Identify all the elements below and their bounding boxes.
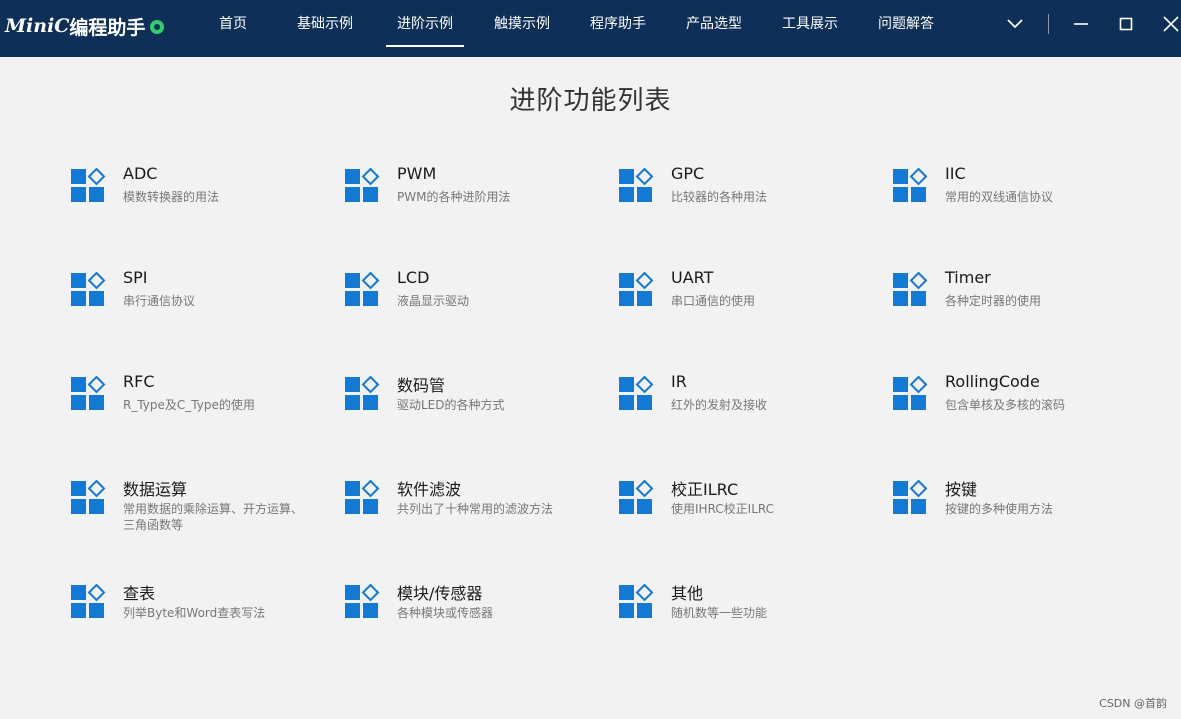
feature-description: 比较器的各种用法 xyxy=(671,190,768,204)
feature-card[interactable]: PWM PWM的各种进阶用法 xyxy=(345,164,595,238)
feature-title: GPC xyxy=(671,164,705,183)
logo-text-latin: MiniC xyxy=(5,15,70,37)
feature-card[interactable]: 校正ILRC 使用IHRC校正ILRC xyxy=(619,479,869,550)
feature-description: 常用数据的乘除运算、开方运算、三角函数等 xyxy=(123,502,304,532)
logo-text-cjk: 编程助手 xyxy=(69,16,146,39)
nav-item-product-selection[interactable]: 产品选型 xyxy=(682,0,746,48)
feature-title: 数码管 xyxy=(397,376,446,395)
feature-card[interactable]: UART 串口通信的使用 xyxy=(619,268,869,342)
feature-title: 软件滤波 xyxy=(397,480,462,499)
feature-title: RollingCode xyxy=(945,372,1040,391)
nav-item-home[interactable]: 首页 xyxy=(210,0,256,48)
feature-card[interactable]: 软件滤波共列出了十种常用的滤波方法 xyxy=(345,479,595,550)
nav-item-faq[interactable]: 问题解答 xyxy=(874,0,938,48)
nav-item-advanced-examples[interactable]: 进阶示例 xyxy=(386,0,464,48)
feature-description: 共列出了十种常用的滤波方法 xyxy=(397,502,554,516)
feature-description: 列举Byte和Word查表写法 xyxy=(123,606,266,620)
feature-title: PWM xyxy=(397,164,437,183)
feature-card[interactable]: IR 红外的发射及接收 xyxy=(619,372,869,446)
feature-title: Timer xyxy=(945,268,991,287)
feature-description: PWM的各种进阶用法 xyxy=(397,190,511,204)
feature-description: 常用的双线通信协议 xyxy=(945,190,1054,204)
feature-title: 其他 xyxy=(671,584,704,603)
app-tiles-icon xyxy=(71,167,107,204)
app-tiles-icon xyxy=(345,271,381,308)
app-tiles-icon xyxy=(345,375,381,412)
feature-description: 红外的发射及接收 xyxy=(671,398,768,412)
app-tiles-icon xyxy=(619,479,655,516)
page-title: 进阶功能列表 xyxy=(509,86,672,116)
feature-card[interactable]: LCD 液晶显示驱动 xyxy=(345,268,595,342)
app-tiles-icon xyxy=(619,375,655,412)
feature-card[interactable]: 按键按键的多种使用方法 xyxy=(893,479,1143,550)
feature-title: 按键 xyxy=(945,480,978,499)
feature-card[interactable]: ADC 模数转换器的用法 xyxy=(71,164,321,238)
app-tiles-icon xyxy=(619,167,655,204)
feature-title: 模块/传感器 xyxy=(397,584,483,603)
feature-title: SPI xyxy=(123,268,148,287)
app-logo: MiniC 编程助手 xyxy=(5,11,165,41)
feature-card[interactable]: 数码管驱动LED的各种方式 xyxy=(345,375,595,446)
app-tiles-icon xyxy=(893,271,929,308)
app-tiles-icon xyxy=(345,583,381,620)
gear-icon xyxy=(150,20,165,34)
feature-description: 包含单核及多核的滚码 xyxy=(945,398,1066,412)
minimize-icon[interactable] xyxy=(1067,10,1095,38)
chevron-down-icon[interactable] xyxy=(1001,10,1029,38)
app-tiles-icon xyxy=(71,479,107,516)
nav-item-tool-showcase[interactable]: 工具展示 xyxy=(778,0,842,48)
feature-description: 使用IHRC校正ILRC xyxy=(671,502,775,516)
feature-description: R_Type及C_Type的使用 xyxy=(123,398,255,412)
feature-card[interactable]: 数据运算常用数据的乘除运算、开方运算、三角函数等 xyxy=(71,479,321,550)
app-tiles-icon xyxy=(71,375,107,412)
watermark: CSDN @首韵 xyxy=(1099,697,1167,710)
feature-description: 按键的多种使用方法 xyxy=(945,502,1054,516)
app-tiles-icon xyxy=(893,375,929,412)
feature-card[interactable]: 查表列举Byte和Word查表写法 xyxy=(71,583,321,654)
feature-description: 各种模块或传感器 xyxy=(397,606,494,620)
close-icon[interactable] xyxy=(1157,10,1181,38)
feature-description: 各种定时器的使用 xyxy=(945,294,1042,308)
feature-description: 液晶显示驱动 xyxy=(397,294,470,308)
feature-card[interactable]: RollingCode 包含单核及多核的滚码 xyxy=(893,372,1143,446)
feature-card[interactable]: 模块/传感器各种模块或传感器 xyxy=(345,583,595,654)
feature-title: LCD xyxy=(397,268,430,287)
app-tiles-icon xyxy=(893,479,929,516)
feature-card[interactable]: GPC 比较器的各种用法 xyxy=(619,164,869,238)
maximize-icon[interactable] xyxy=(1112,10,1140,38)
feature-description: 串行通信协议 xyxy=(123,294,196,308)
app-tiles-icon xyxy=(345,479,381,516)
app-tiles-icon xyxy=(71,271,107,308)
title-bar: MiniC 编程助手 首页 基础示例 进阶示例 触摸示例 程序助手 产品选型 工… xyxy=(0,0,1181,57)
feature-description: 串口通信的使用 xyxy=(671,294,756,308)
feature-card[interactable]: IIC 常用的双线通信协议 xyxy=(893,164,1143,238)
feature-card[interactable]: RFC R_Type及C_Type的使用 xyxy=(71,372,321,446)
app-tiles-icon xyxy=(619,271,655,308)
feature-title: RFC xyxy=(123,372,155,391)
feature-title: IIC xyxy=(945,164,966,183)
feature-title: IR xyxy=(671,372,687,391)
feature-title: 查表 xyxy=(123,584,156,603)
nav-item-program-assistant[interactable]: 程序助手 xyxy=(586,0,650,48)
feature-title: UART xyxy=(671,268,714,287)
feature-description: 模数转换器的用法 xyxy=(123,190,220,204)
feature-card[interactable]: 其他随机数等一些功能 xyxy=(619,583,869,654)
app-tiles-icon xyxy=(71,583,107,620)
app-tiles-icon xyxy=(893,167,929,204)
title-bar-separator xyxy=(1048,14,1049,34)
feature-title: ADC xyxy=(123,164,158,183)
feature-description: 驱动LED的各种方式 xyxy=(397,398,505,412)
app-tiles-icon xyxy=(619,583,655,620)
feature-card[interactable]: Timer 各种定时器的使用 xyxy=(893,268,1143,342)
feature-title: 数据运算 xyxy=(123,480,188,499)
feature-card[interactable]: SPI 串行通信协议 xyxy=(71,268,321,342)
app-tiles-icon xyxy=(345,167,381,204)
feature-title: 校正ILRC xyxy=(671,480,739,499)
nav-item-basic-examples[interactable]: 基础示例 xyxy=(293,0,357,48)
feature-description: 随机数等一些功能 xyxy=(671,606,768,620)
nav-item-touch-examples[interactable]: 触摸示例 xyxy=(490,0,554,48)
